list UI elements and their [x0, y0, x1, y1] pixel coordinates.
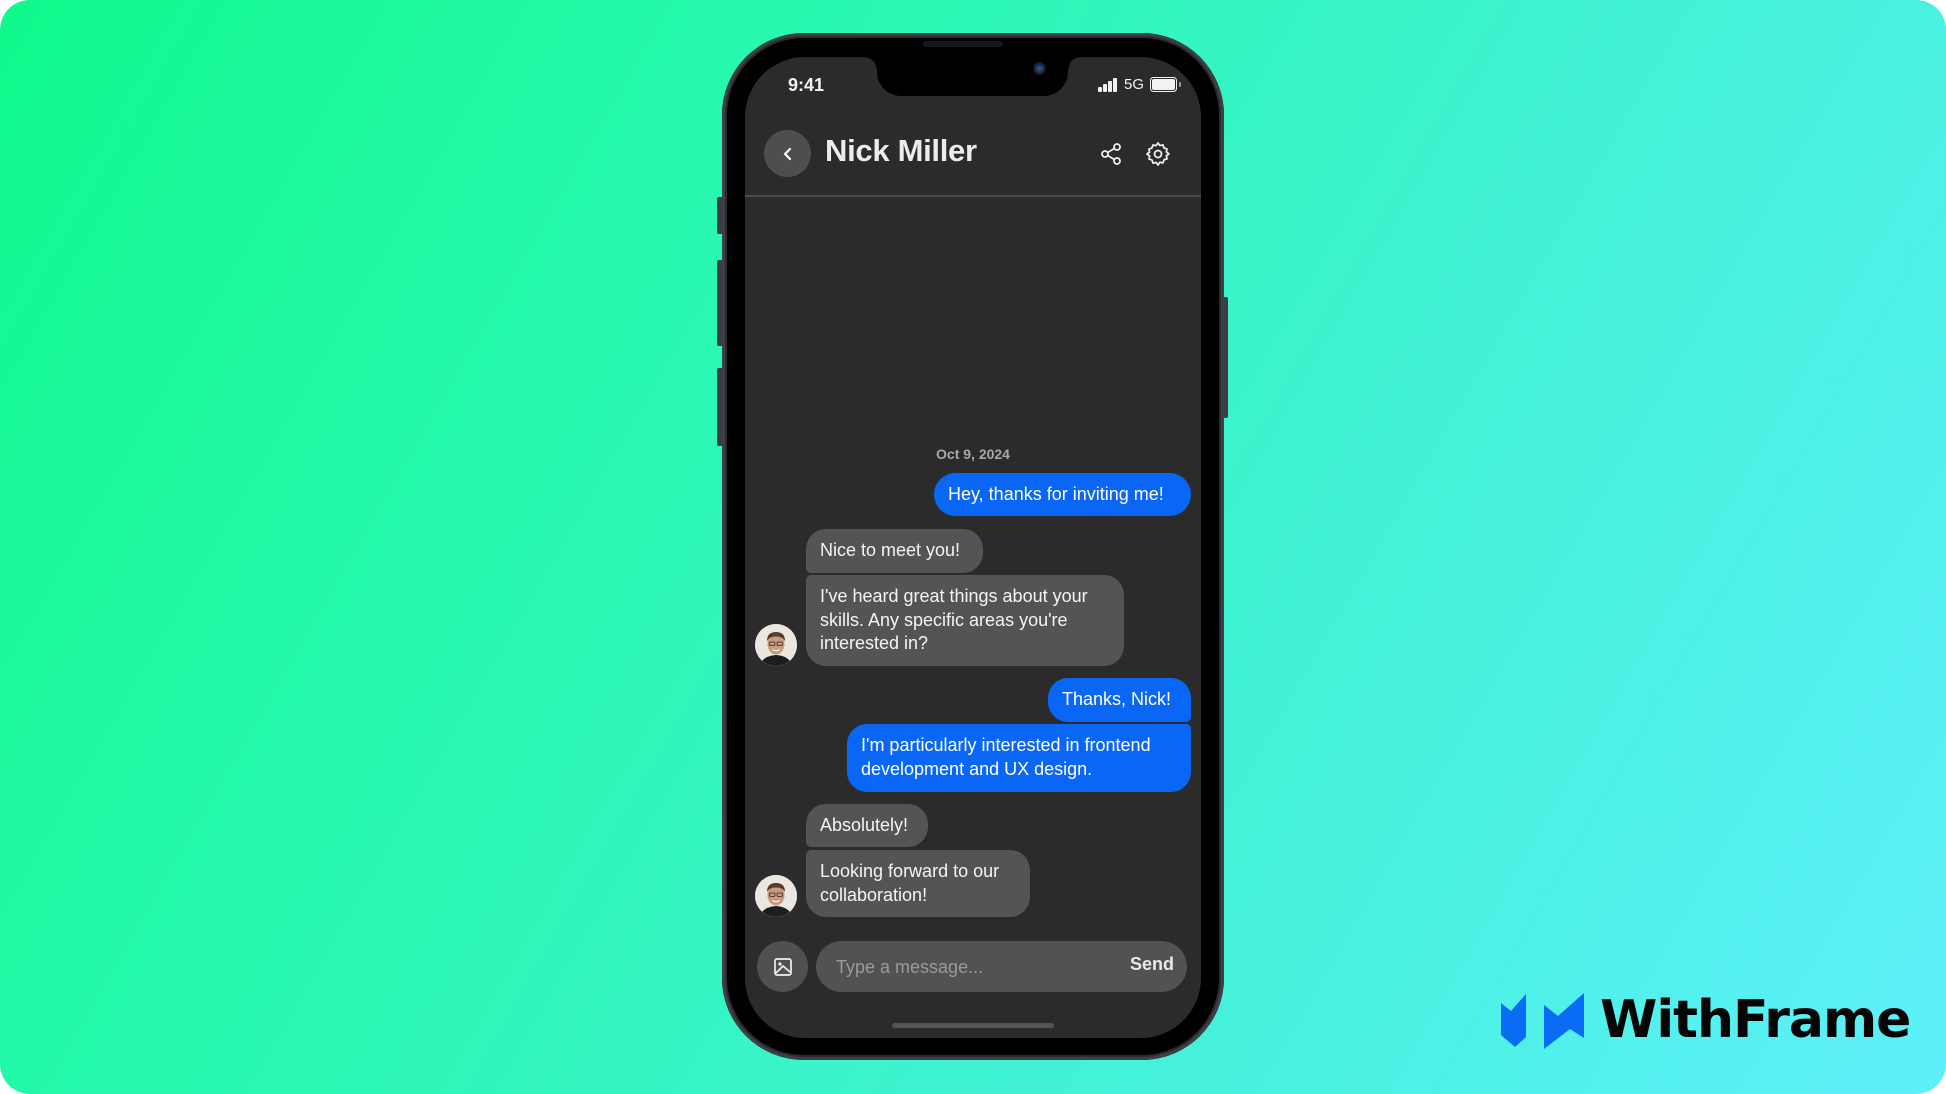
earpiece-speaker [923, 41, 1003, 47]
avatar-photo [755, 624, 797, 666]
avatar-photo [755, 875, 797, 917]
avatar[interactable] [755, 624, 797, 666]
message-input[interactable] [834, 941, 1118, 994]
message-bubble-incoming: Nice to meet you! [806, 529, 983, 573]
avatar[interactable] [755, 875, 797, 917]
attach-image-button[interactable] [757, 941, 808, 992]
back-button[interactable] [764, 130, 811, 177]
withframe-logo: WithFrame [1500, 990, 1911, 1050]
front-camera [1033, 62, 1046, 75]
message-bubble-incoming: I've heard great things about your skill… [806, 575, 1124, 666]
message-bubble-outgoing: Hey, thanks for inviting me! [934, 473, 1191, 516]
message-bubble-outgoing: Thanks, Nick! [1048, 678, 1191, 722]
network-type: 5G [1124, 76, 1145, 93]
status-time: 9:41 [788, 75, 825, 95]
withframe-logo-icon [1501, 993, 1584, 1049]
date-separator: Oct 9, 2024 [936, 446, 1010, 462]
message-bubble-incoming: Looking forward to our collaboration! [806, 850, 1030, 917]
send-button[interactable]: Send [1130, 954, 1174, 975]
brand-name: WithFrame [1600, 990, 1911, 1050]
share-button[interactable] [1095, 138, 1127, 170]
phone-screen: 9:41 5G Nick Miller Oct 9, 2024 Hey, tha… [745, 57, 1201, 1038]
contact-name: Nick Miller [825, 133, 977, 168]
settings-button[interactable] [1142, 138, 1174, 170]
battery-full-icon [1150, 77, 1181, 92]
message-bubble-outgoing: I'm particularly interested in frontend … [847, 724, 1191, 792]
cellular-signal-icon [1098, 78, 1118, 92]
header-divider [745, 195, 1201, 197]
home-indicator[interactable] [892, 1023, 1054, 1028]
gear-icon [1146, 142, 1170, 166]
chevron-left-icon [783, 147, 791, 160]
image-icon [773, 957, 792, 976]
message-composer: Send [816, 941, 1187, 994]
share-icon [1101, 143, 1121, 165]
message-bubble-incoming: Absolutely! [806, 804, 928, 847]
notch [865, 57, 1080, 96]
